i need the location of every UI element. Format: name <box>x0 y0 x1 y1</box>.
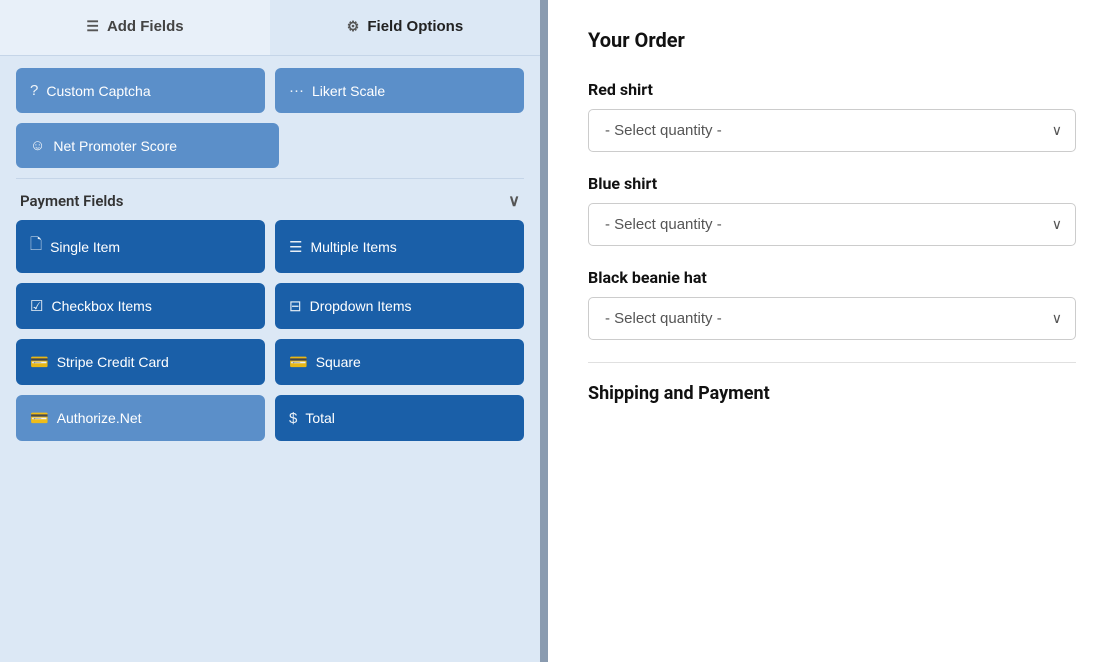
total-icon: $ <box>289 410 297 427</box>
authorize-net-label: Authorize.Net <box>57 410 142 426</box>
red-shirt-select[interactable]: - Select quantity - <box>588 109 1076 152</box>
net-promoter-score-button[interactable]: ☺ Net Promoter Score <box>16 123 279 168</box>
payment-row-4: 💳 Authorize.Net $ Total <box>16 395 524 441</box>
field-options-icon: ⚙ <box>347 18 360 35</box>
checkbox-items-button[interactable]: ☑ Checkbox Items <box>16 283 265 329</box>
stripe-icon: 💳 <box>30 353 49 371</box>
authorize-net-icon: 💳 <box>30 409 49 427</box>
net-promoter-label: Net Promoter Score <box>53 138 177 154</box>
multiple-items-button[interactable]: ☰ Multiple Items <box>275 220 524 273</box>
blue-shirt-label: Blue shirt <box>588 174 1076 193</box>
payment-section-chevron: ∨ <box>508 191 520 210</box>
payment-fields-section-header[interactable]: Payment Fields ∨ <box>16 178 524 220</box>
dropdown-items-label: Dropdown Items <box>310 298 412 314</box>
order-item-blue-shirt: Blue shirt - Select quantity - ∨ <box>588 174 1076 246</box>
likert-scale-icon: ··· <box>289 82 304 99</box>
square-icon: 💳 <box>289 353 308 371</box>
square-button[interactable]: 💳 Square <box>275 339 524 385</box>
shipping-payment-title: Shipping and Payment <box>588 383 1076 404</box>
single-item-icon: 🗋 <box>30 234 42 259</box>
left-panel: ☰ Add Fields ⚙ Field Options ? Custom Ca… <box>0 0 540 662</box>
black-beanie-label: Black beanie hat <box>588 268 1076 287</box>
single-item-label: Single Item <box>50 239 120 255</box>
red-shirt-label: Red shirt <box>588 80 1076 99</box>
total-button[interactable]: $ Total <box>275 395 524 441</box>
custom-captcha-button[interactable]: ? Custom Captcha <box>16 68 265 113</box>
add-fields-icon: ☰ <box>86 18 99 35</box>
right-panel: Your Order Red shirt - Select quantity -… <box>548 0 1116 662</box>
order-item-black-beanie: Black beanie hat - Select quantity - ∨ <box>588 268 1076 340</box>
payment-row-3: 💳 Stripe Credit Card 💳 Square <box>16 339 524 385</box>
payment-row-2: ☑ Checkbox Items ⊟ Dropdown Items <box>16 283 524 329</box>
checkbox-items-label: Checkbox Items <box>51 298 151 314</box>
total-label: Total <box>305 410 335 426</box>
payment-row-1: 🗋 Single Item ☰ Multiple Items <box>16 220 524 273</box>
red-shirt-select-wrapper: - Select quantity - ∨ <box>588 109 1076 152</box>
field-options-label: Field Options <box>367 18 463 35</box>
checkbox-items-icon: ☑ <box>30 297 43 315</box>
dropdown-items-icon: ⊟ <box>289 297 302 315</box>
blue-shirt-select[interactable]: - Select quantity - <box>588 203 1076 246</box>
extra-buttons-row: ☺ Net Promoter Score <box>16 123 524 168</box>
panel-divider <box>540 0 548 662</box>
single-item-button[interactable]: 🗋 Single Item <box>16 220 265 273</box>
likert-scale-button[interactable]: ··· Likert Scale <box>275 68 524 113</box>
stripe-label: Stripe Credit Card <box>57 354 169 370</box>
top-buttons-row: ? Custom Captcha ··· Likert Scale <box>16 68 524 113</box>
blue-shirt-select-wrapper: - Select quantity - ∨ <box>588 203 1076 246</box>
custom-captcha-icon: ? <box>30 82 38 99</box>
black-beanie-select-wrapper: - Select quantity - ∨ <box>588 297 1076 340</box>
stripe-credit-card-button[interactable]: 💳 Stripe Credit Card <box>16 339 265 385</box>
dropdown-items-button[interactable]: ⊟ Dropdown Items <box>275 283 524 329</box>
tab-add-fields[interactable]: ☰ Add Fields <box>0 0 270 55</box>
multiple-items-icon: ☰ <box>289 238 302 256</box>
tabs-bar: ☰ Add Fields ⚙ Field Options <box>0 0 540 56</box>
multiple-items-label: Multiple Items <box>310 239 396 255</box>
likert-scale-label: Likert Scale <box>312 83 385 99</box>
left-content: ? Custom Captcha ··· Likert Scale ☺ Net … <box>0 56 540 662</box>
authorize-net-button[interactable]: 💳 Authorize.Net <box>16 395 265 441</box>
order-divider <box>588 362 1076 363</box>
order-title: Your Order <box>588 28 1076 52</box>
net-promoter-icon: ☺ <box>30 137 45 154</box>
tab-field-options[interactable]: ⚙ Field Options <box>270 0 540 55</box>
order-item-red-shirt: Red shirt - Select quantity - ∨ <box>588 80 1076 152</box>
payment-fields-label: Payment Fields <box>20 192 123 210</box>
add-fields-label: Add Fields <box>107 18 184 35</box>
square-label: Square <box>316 354 361 370</box>
custom-captcha-label: Custom Captcha <box>46 83 150 99</box>
black-beanie-select[interactable]: - Select quantity - <box>588 297 1076 340</box>
